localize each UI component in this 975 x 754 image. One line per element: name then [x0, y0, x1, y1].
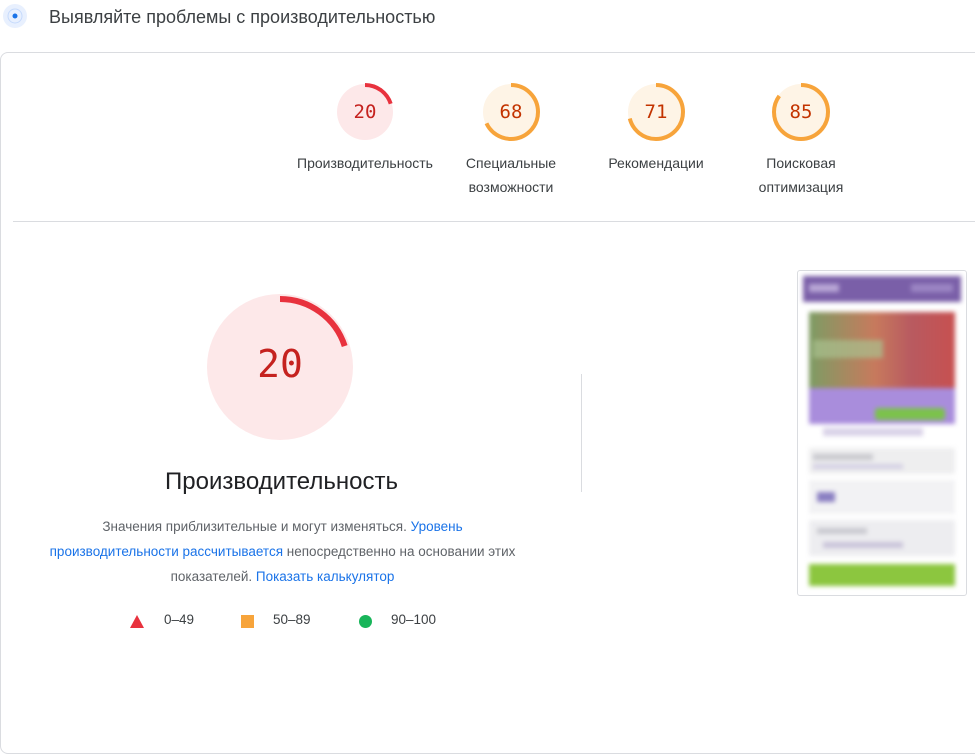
radar-icon [3, 4, 27, 28]
blurred-page-preview [803, 276, 961, 590]
gauge-best-practices[interactable]: 71 Рекомендации [581, 81, 731, 175]
gauge-accessibility[interactable]: 68 Специальные возможности [436, 81, 586, 199]
gauge-score: 20 [353, 101, 377, 123]
category-gauges: 20 Производительность 68 Специальные воз… [1, 53, 975, 223]
desc-text: Значения приблизительные и могут изменят… [102, 519, 411, 534]
gauge-label: Специальные возможности [465, 155, 557, 195]
divider [13, 221, 975, 222]
main-score: 20 [257, 342, 303, 386]
gauge-score: 85 [789, 101, 813, 123]
gauge-seo[interactable]: 85 Поисковая оптимизация [726, 81, 876, 199]
triangle-icon [130, 615, 144, 628]
section-title: Выявляйте проблемы с производительностью [49, 7, 436, 27]
legend-range: 90–100 [391, 612, 437, 627]
show-calculator-link[interactable]: Показать калькулятор [256, 569, 395, 584]
vertical-divider [581, 374, 582, 492]
gauge-performance[interactable]: 20 Производительность [290, 81, 440, 175]
performance-main-gauge: 20 [205, 292, 355, 442]
circle-icon [359, 615, 372, 628]
square-icon [241, 615, 254, 628]
legend-range: 0–49 [164, 612, 195, 627]
gauge-score: 71 [644, 101, 668, 123]
score-description: Значения приблизительные и могут изменят… [40, 514, 525, 589]
gauge-label: Рекомендации [608, 155, 704, 171]
gauge-score: 68 [499, 101, 523, 123]
gauge-label: Поисковая оптимизация [758, 155, 844, 195]
gauge-label: Производительность [297, 155, 433, 171]
page-screenshot-thumbnail[interactable] [797, 270, 967, 596]
legend-range: 50–89 [273, 612, 311, 627]
main-category-title: Производительность [165, 468, 398, 495]
section-header: Выявляйте проблемы с производительностью [0, 0, 975, 40]
